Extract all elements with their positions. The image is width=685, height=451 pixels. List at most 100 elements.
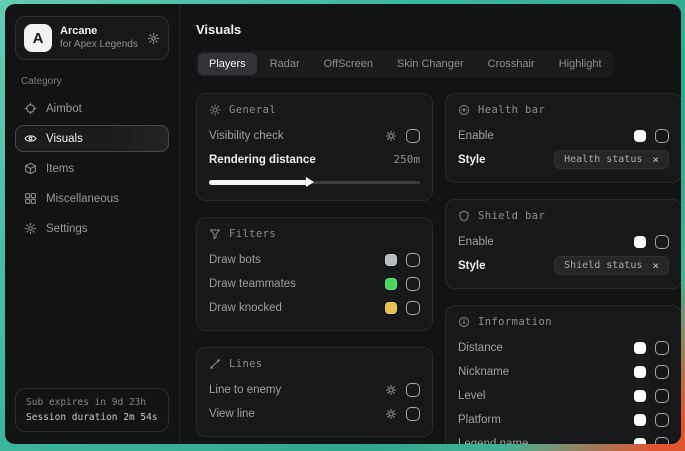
page-title: Visuals (196, 22, 665, 37)
diagonal-line-icon (209, 358, 221, 370)
setting-row-legend-name: Legend name (458, 433, 669, 444)
slider-value: 250m (394, 153, 421, 166)
eye-icon (24, 132, 37, 145)
sun-icon (209, 104, 221, 116)
checkbox[interactable] (406, 253, 420, 267)
sidebar-item-label: Settings (46, 223, 88, 235)
funnel-icon (209, 228, 221, 240)
slider-thumb[interactable] (306, 177, 314, 187)
setting-row-level: Level (458, 385, 669, 406)
remove-tag-icon[interactable]: × (652, 154, 659, 165)
checkbox[interactable] (655, 341, 669, 355)
setting-label: Style (458, 154, 486, 166)
gear-icon[interactable] (147, 32, 160, 45)
setting-row-shield-enable: Enable (458, 231, 669, 252)
rendering-distance-slider[interactable] (209, 176, 420, 188)
style-tag-label: Shield status (564, 260, 642, 271)
setting-label: Enable (458, 130, 494, 142)
setting-row-distance: Distance (458, 337, 669, 358)
setting-label: Platform (458, 414, 501, 426)
color-swatch[interactable] (634, 414, 646, 426)
color-swatch[interactable] (385, 278, 397, 290)
gear-icon[interactable] (385, 408, 397, 420)
setting-row-draw-bots: Draw bots (209, 249, 420, 270)
tab-crosshair[interactable]: Crosshair (477, 53, 546, 75)
tab-bar: Players Radar OffScreen Skin Changer Cro… (196, 51, 615, 77)
crosshair-icon (24, 102, 37, 115)
style-select[interactable]: Shield status × (554, 256, 669, 275)
tab-skin-changer[interactable]: Skin Changer (386, 53, 475, 75)
checkbox[interactable] (406, 383, 420, 397)
checkbox[interactable] (655, 129, 669, 143)
tab-radar[interactable]: Radar (259, 53, 311, 75)
checkbox[interactable] (655, 437, 669, 445)
checkbox[interactable] (655, 389, 669, 403)
setting-label: Level (458, 390, 486, 402)
app-logo: A (24, 24, 52, 52)
category-label: Category (21, 76, 163, 87)
card-information: Information Distance Nickname (445, 305, 681, 444)
checkbox[interactable] (406, 277, 420, 291)
color-swatch[interactable] (385, 302, 397, 314)
setting-row-nickname: Nickname (458, 361, 669, 382)
tab-highlight[interactable]: Highlight (548, 53, 613, 75)
setting-label: Enable (458, 236, 494, 248)
checkbox[interactable] (655, 413, 669, 427)
color-swatch[interactable] (634, 390, 646, 402)
section-title: Health bar (478, 104, 545, 116)
checkbox[interactable] (655, 365, 669, 379)
setting-label: Draw bots (209, 254, 261, 266)
sidebar-item-items[interactable]: Items (15, 155, 169, 182)
color-swatch[interactable] (634, 342, 646, 354)
setting-row-rendering-distance: Rendering distance 250m (209, 149, 420, 170)
plus-circle-icon (458, 104, 470, 116)
setting-label: View line (209, 408, 255, 420)
sidebar: A Arcane for Apex Legends Category Aimbo… (5, 4, 180, 444)
sub-expiry-text: Sub expires in 9d 23h (26, 397, 158, 408)
color-swatch[interactable] (634, 236, 646, 248)
setting-label: Draw knocked (209, 302, 282, 314)
setting-row-visibility-check: Visibility check (209, 125, 420, 146)
setting-row-health-style: Style Health status × (458, 149, 669, 170)
setting-row-platform: Platform (458, 409, 669, 430)
checkbox[interactable] (406, 129, 420, 143)
setting-row-health-enable: Enable (458, 125, 669, 146)
color-swatch[interactable] (634, 438, 646, 445)
tab-players[interactable]: Players (198, 53, 257, 75)
grid-icon (24, 192, 37, 205)
gear-icon[interactable] (385, 384, 397, 396)
setting-label: Style (458, 260, 486, 272)
style-select[interactable]: Health status × (554, 150, 669, 169)
checkbox[interactable] (406, 301, 420, 315)
gear-icon (24, 222, 37, 235)
shield-icon (458, 210, 470, 222)
sidebar-item-visuals[interactable]: Visuals (15, 125, 169, 152)
sidebar-item-miscellaneous[interactable]: Miscellaneous (15, 185, 169, 212)
setting-label: Legend name (458, 438, 528, 445)
logo-card: A Arcane for Apex Legends (15, 16, 169, 60)
checkbox[interactable] (406, 407, 420, 421)
setting-row-view-line: View line (209, 403, 420, 424)
sidebar-item-aimbot[interactable]: Aimbot (15, 95, 169, 122)
sidebar-item-settings[interactable]: Settings (15, 215, 169, 242)
tab-offscreen[interactable]: OffScreen (313, 53, 384, 75)
sidebar-item-label: Miscellaneous (46, 193, 119, 205)
color-swatch[interactable] (634, 130, 646, 142)
sidebar-item-label: Aimbot (46, 103, 82, 115)
color-swatch[interactable] (634, 366, 646, 378)
remove-tag-icon[interactable]: × (652, 260, 659, 271)
setting-label: Nickname (458, 366, 509, 378)
app-window: A Arcane for Apex Legends Category Aimbo… (5, 4, 681, 444)
sidebar-item-label: Visuals (46, 133, 83, 145)
setting-label: Rendering distance (209, 154, 316, 166)
setting-row-draw-knocked: Draw knocked (209, 297, 420, 318)
color-swatch[interactable] (385, 254, 397, 266)
checkbox[interactable] (655, 235, 669, 249)
card-filters: Filters Draw bots Draw teammates (196, 217, 433, 331)
info-circle-icon (458, 316, 470, 328)
style-tag-label: Health status (564, 154, 642, 165)
subscription-info: Sub expires in 9d 23h Session duration 2… (15, 388, 169, 432)
gear-icon[interactable] (385, 130, 397, 142)
session-duration-text: Session duration 2m 54s (26, 412, 158, 423)
setting-row-line-to-enemy: Line to enemy (209, 379, 420, 400)
